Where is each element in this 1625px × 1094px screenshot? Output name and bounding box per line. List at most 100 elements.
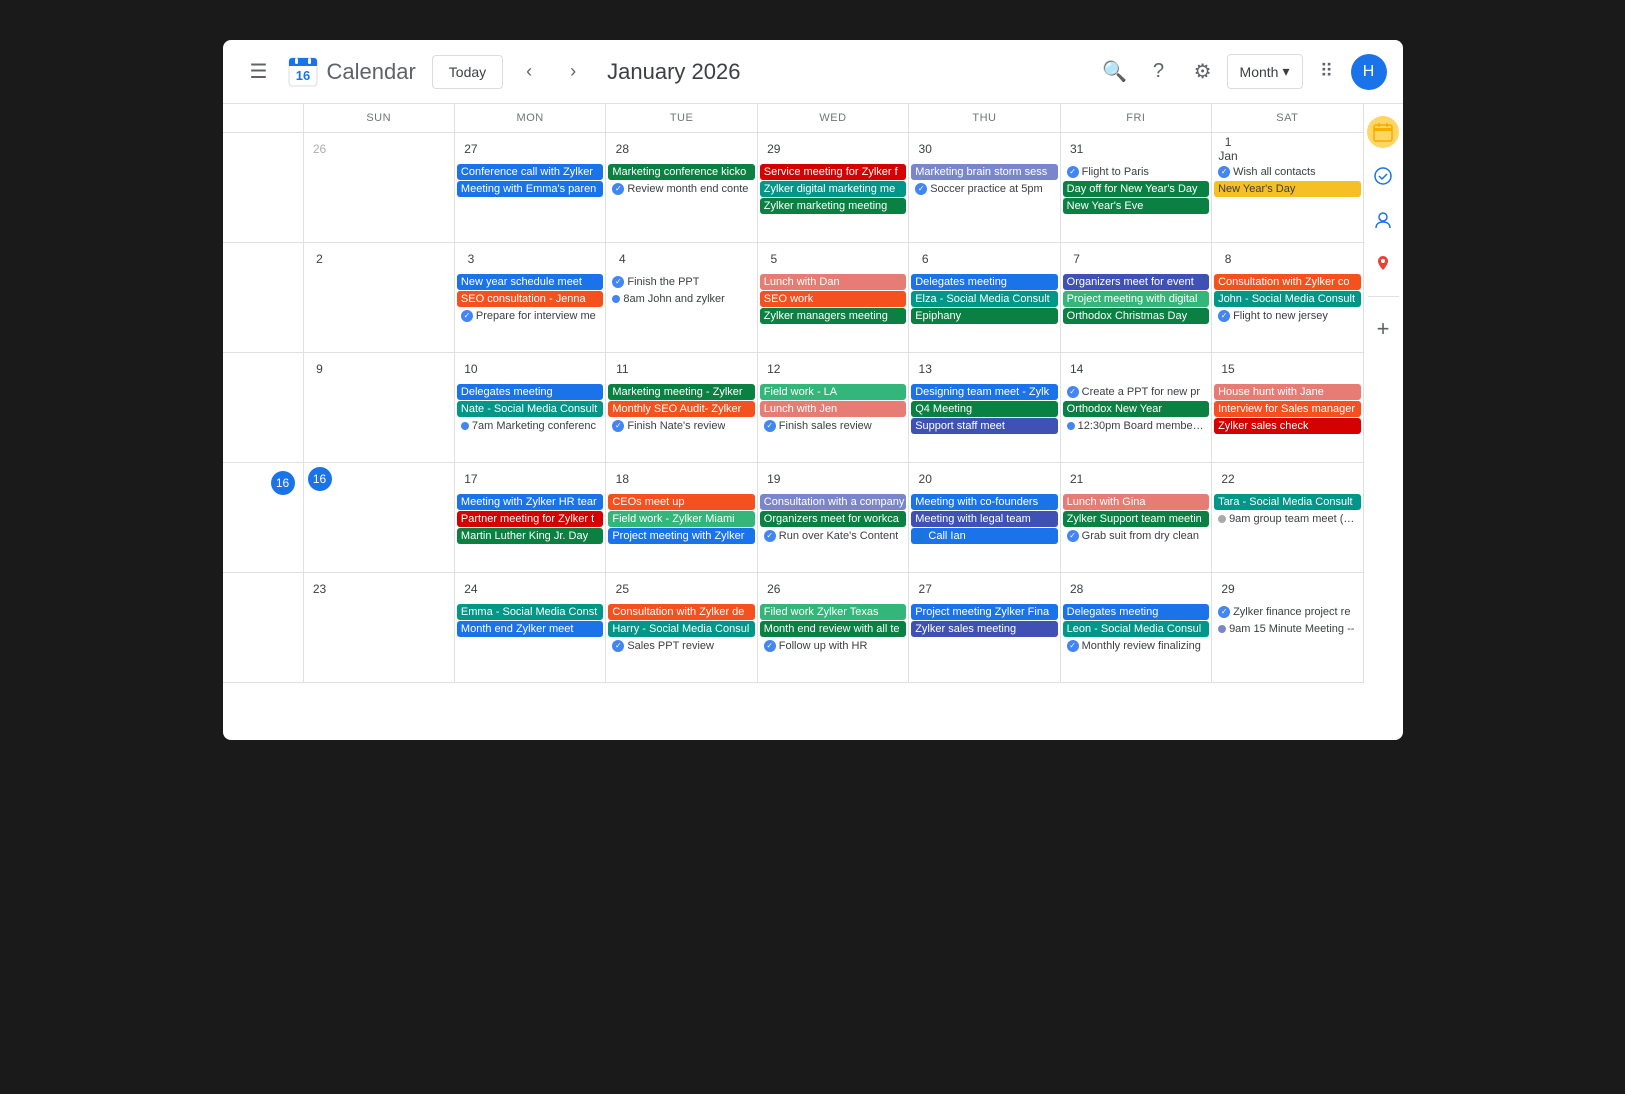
event-1-1-1[interactable]: SEO consultation - Jenna [457, 291, 603, 307]
event-0-4-0[interactable]: Marketing brain storm sess [911, 164, 1057, 180]
event-0-2-0[interactable]: Marketing conference kicko [608, 164, 754, 180]
event-4-5-2[interactable]: ✓Monthly review finalizing [1063, 638, 1209, 654]
day-number-27[interactable]: 27 [913, 577, 937, 601]
sidebar-maps-icon[interactable] [1367, 248, 1399, 280]
event-4-2-2[interactable]: ✓Sales PPT review [608, 638, 754, 654]
day-number-27[interactable]: 27 [459, 137, 483, 161]
apps-button[interactable]: ⠿ [1307, 52, 1347, 92]
event-1-1-2[interactable]: ✓Prepare for interview me [457, 308, 603, 324]
event-1-3-1[interactable]: SEO work [760, 291, 906, 307]
event-1-3-0[interactable]: Lunch with Dan [760, 274, 906, 290]
event-0-6-0[interactable]: ✓Wish all contacts [1214, 164, 1360, 180]
event-2-5-0[interactable]: ✓Create a PPT for new pr [1063, 384, 1209, 400]
next-month-button[interactable]: › [555, 54, 591, 90]
event-2-5-1[interactable]: Orthodox New Year [1063, 401, 1209, 417]
day-number-24[interactable]: 24 [459, 577, 483, 601]
event-4-1-0[interactable]: Emma - Social Media Const [457, 604, 603, 620]
settings-button[interactable]: ⚙ [1183, 52, 1223, 92]
day-number-4[interactable]: 4 [610, 247, 634, 271]
event-3-4-2[interactable]: 👤Call Ian [911, 528, 1057, 544]
event-2-3-1[interactable]: Lunch with Jen [760, 401, 906, 417]
event-4-3-0[interactable]: Filed work Zylker Texas [760, 604, 906, 620]
day-number-26[interactable]: 26 [308, 137, 332, 161]
event-3-2-1[interactable]: Field work - Zylker Miami [608, 511, 754, 527]
avatar[interactable]: H [1351, 54, 1387, 90]
event-0-2-1[interactable]: ✓Review month end conte [608, 181, 754, 197]
event-3-4-0[interactable]: Meeting with co-founders [911, 494, 1057, 510]
day-number-14[interactable]: 14 [1065, 357, 1089, 381]
event-2-4-0[interactable]: Designing team meet - Zylk [911, 384, 1057, 400]
event-3-4-1[interactable]: Meeting with legal team [911, 511, 1057, 527]
event-1-4-2[interactable]: Epiphany [911, 308, 1057, 324]
event-1-3-2[interactable]: Zylker managers meeting [760, 308, 906, 324]
event-2-1-0[interactable]: Delegates meeting [457, 384, 603, 400]
sidebar-check-icon[interactable] [1367, 160, 1399, 192]
event-0-5-1[interactable]: Day off for New Year's Day [1063, 181, 1209, 197]
day-number-21[interactable]: 21 [1065, 467, 1089, 491]
event-2-2-1[interactable]: Monthly SEO Audit- Zylker [608, 401, 754, 417]
event-0-3-0[interactable]: Service meeting for Zylker f [760, 164, 906, 180]
event-3-1-1[interactable]: Partner meeting for Zylker t [457, 511, 603, 527]
event-2-6-1[interactable]: Interview for Sales manager [1214, 401, 1360, 417]
event-3-1-2[interactable]: Martin Luther King Jr. Day [457, 528, 603, 544]
event-0-5-0[interactable]: ✓Flight to Paris [1063, 164, 1209, 180]
event-3-3-0[interactable]: Consultation with a company [760, 494, 906, 510]
event-1-4-1[interactable]: Elza - Social Media Consult [911, 291, 1057, 307]
event-4-3-2[interactable]: ✓Follow up with HR [760, 638, 906, 654]
day-number-7[interactable]: 7 [1065, 247, 1089, 271]
event-0-3-1[interactable]: Zylker digital marketing me [760, 181, 906, 197]
event-1-4-0[interactable]: Delegates meeting [911, 274, 1057, 290]
day-number-30[interactable]: 30 [913, 137, 937, 161]
event-3-2-0[interactable]: CEOs meet up [608, 494, 754, 510]
day-number-8[interactable]: 8 [1216, 247, 1240, 271]
event-2-2-0[interactable]: Marketing meeting - Zylker [608, 384, 754, 400]
event-0-6-1[interactable]: New Year's Day [1214, 181, 1360, 197]
event-2-1-1[interactable]: Nate - Social Media Consult [457, 401, 603, 417]
day-number-28[interactable]: 28 [610, 137, 634, 161]
event-4-6-0[interactable]: ✓Zylker finance project re [1214, 604, 1360, 620]
day-number-19[interactable]: 19 [762, 467, 786, 491]
event-3-3-2[interactable]: ✓Run over Kate's Content [760, 528, 906, 544]
day-number-15[interactable]: 15 [1216, 357, 1240, 381]
event-1-5-2[interactable]: Orthodox Christmas Day [1063, 308, 1209, 324]
event-2-2-2[interactable]: ✓Finish Nate's review [608, 418, 754, 434]
day-number-22[interactable]: 22 [1216, 467, 1240, 491]
day-number-31[interactable]: 31 [1065, 137, 1089, 161]
day-number-5[interactable]: 5 [762, 247, 786, 271]
event-4-3-1[interactable]: Month end review with all te [760, 621, 906, 637]
event-4-6-1[interactable]: 9am 15 Minute Meeting -- [1214, 621, 1360, 637]
day-number-6[interactable]: 6 [913, 247, 937, 271]
event-2-4-1[interactable]: Q4 Meeting [911, 401, 1057, 417]
day-number-17[interactable]: 17 [459, 467, 483, 491]
event-0-3-2[interactable]: Zylker marketing meeting [760, 198, 906, 214]
event-3-2-2[interactable]: Project meeting with Zylker [608, 528, 754, 544]
day-number-3[interactable]: 3 [459, 247, 483, 271]
day-number-12[interactable]: 12 [762, 357, 786, 381]
event-3-5-1[interactable]: Zylker Support team meetin [1063, 511, 1209, 527]
today-button[interactable]: Today [432, 55, 503, 89]
event-1-1-0[interactable]: New year schedule meet [457, 274, 603, 290]
event-3-6-1[interactable]: 9am group team meet (1 c [1214, 511, 1360, 527]
event-2-3-2[interactable]: ✓Finish sales review [760, 418, 906, 434]
day-number-18[interactable]: 18 [610, 467, 634, 491]
event-4-2-0[interactable]: Consultation with Zylker de [608, 604, 754, 620]
help-button[interactable]: ? [1139, 52, 1179, 92]
day-number-25[interactable]: 25 [610, 577, 634, 601]
event-0-1-0[interactable]: Conference call with Zylker [457, 164, 603, 180]
menu-icon[interactable]: ☰ [239, 52, 279, 92]
day-number-29[interactable]: 29 [1216, 577, 1240, 601]
day-number-20[interactable]: 20 [913, 467, 937, 491]
day-number-26[interactable]: 26 [762, 577, 786, 601]
event-1-5-1[interactable]: Project meeting with digital [1063, 291, 1209, 307]
event-0-5-2[interactable]: New Year's Eve [1063, 198, 1209, 214]
day-number-1 Jan[interactable]: 1 Jan [1216, 137, 1240, 161]
event-3-5-2[interactable]: ✓Grab suit from dry clean [1063, 528, 1209, 544]
event-1-6-0[interactable]: Consultation with Zylker co [1214, 274, 1360, 290]
day-number-10[interactable]: 10 [459, 357, 483, 381]
event-3-3-1[interactable]: Organizers meet for workca [760, 511, 906, 527]
event-4-4-0[interactable]: Project meeting Zylker Fina [911, 604, 1057, 620]
sidebar-calendar-icon[interactable] [1367, 116, 1399, 148]
add-other-calendar-button[interactable]: + [1367, 313, 1399, 345]
sidebar-person-icon[interactable] [1367, 204, 1399, 236]
event-1-2-1[interactable]: 8am John and zylker [608, 291, 754, 307]
